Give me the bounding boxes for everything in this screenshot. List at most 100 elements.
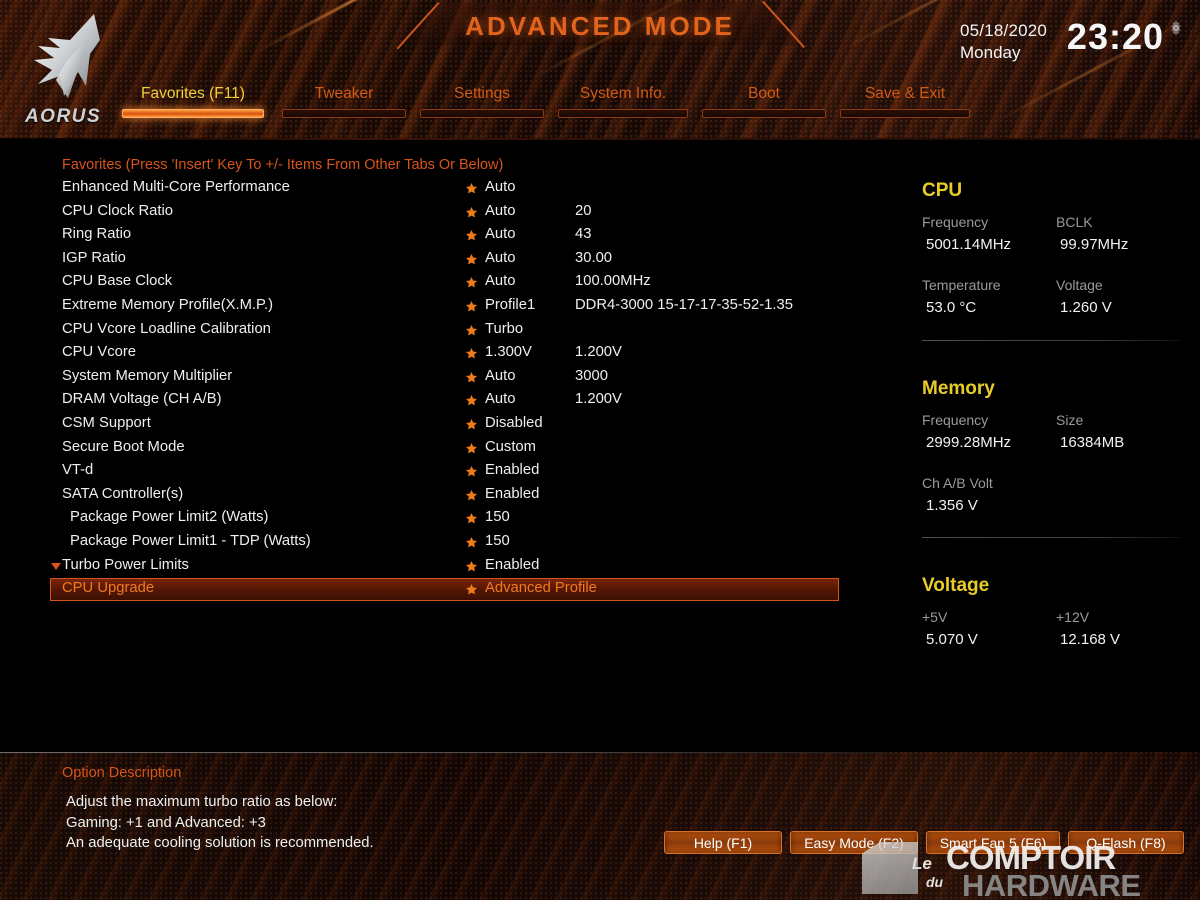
tab-underline (702, 109, 826, 118)
settings-row[interactable]: Ring Ratio Auto 43 (0, 225, 900, 249)
setting-value[interactable]: Auto (485, 179, 515, 195)
setting-name: CPU Clock Ratio (62, 202, 174, 219)
settings-row[interactable]: DRAM Voltage (CH A/B) Auto 1.200V (0, 390, 900, 414)
setting-value[interactable]: 150 (485, 533, 510, 549)
favorite-star-icon[interactable] (465, 371, 478, 384)
setting-name: CPU Vcore Loadline Calibration (62, 320, 271, 337)
favorite-star-icon[interactable] (465, 512, 478, 525)
favorite-star-icon[interactable] (465, 536, 478, 549)
setting-value[interactable]: Auto (485, 226, 515, 242)
setting-value[interactable]: Auto (485, 368, 515, 384)
sidebar-field-label: Voltage (1056, 277, 1103, 293)
settings-row[interactable]: Extreme Memory Profile(X.M.P.) Profile1 DD… (0, 296, 900, 320)
star-icon (465, 371, 478, 383)
settings-row[interactable]: VT-d Enabled (0, 461, 900, 485)
settings-row[interactable]: SATA Controller(s) Enabled (0, 485, 900, 509)
settings-row[interactable]: Package Power Limit2 (Watts) 150 (0, 508, 900, 532)
favorite-star-icon[interactable] (465, 324, 478, 337)
setting-name: SATA Controller(s) (62, 485, 184, 502)
tab-favorites-f11[interactable]: Favorites (F11) (122, 84, 264, 118)
settings-row[interactable]: Secure Boot Mode Custom (0, 438, 900, 462)
favorite-star-icon[interactable] (465, 583, 478, 596)
settings-row[interactable]: Turbo Power Limits Enabled (0, 556, 900, 580)
setting-name: Secure Boot Mode (62, 438, 185, 455)
hardware-monitor-sidebar: CPU Frequency 5001.14MHz BCLK 99.97MHz Temper… (900, 140, 1200, 752)
function-key-bar[interactable]: Help (F1) Easy Mode (F2) Smart Fan 5 (F6) Q… (664, 831, 1184, 855)
tab-underline (122, 109, 264, 118)
setting-secondary-value: 100.00MHz (575, 273, 651, 290)
favorite-star-icon[interactable] (465, 229, 478, 242)
setting-secondary-value: 20 (575, 202, 592, 219)
setting-value[interactable]: 1.300V (485, 344, 532, 360)
setting-name: IGP Ratio (62, 249, 126, 266)
tab-underline (840, 109, 970, 118)
gear-icon[interactable] (1168, 20, 1184, 36)
sidebar-divider (922, 340, 1180, 341)
settings-row[interactable]: CPU Vcore 1.300V 1.200V (0, 343, 900, 367)
function-key-q-flash-f8[interactable]: Q-Flash (F8) (1068, 831, 1184, 854)
settings-row[interactable]: CPU Upgrade Advanced Profile (0, 578, 900, 603)
favorite-star-icon[interactable] (465, 465, 478, 478)
setting-value[interactable]: 150 (485, 509, 510, 525)
settings-row[interactable]: CPU Clock Ratio Auto 20 (0, 202, 900, 226)
settings-list[interactable]: Enhanced Multi-Core Performance Auto CPU C… (0, 178, 900, 603)
setting-value[interactable]: Enabled (485, 557, 539, 573)
setting-value[interactable]: Advanced Profile (485, 580, 597, 596)
favorite-star-icon[interactable] (465, 560, 478, 573)
settings-row[interactable]: Package Power Limit1 - TDP (Watts) 150 (0, 532, 900, 556)
settings-row[interactable]: CPU Base Clock Auto 100.00MHz (0, 272, 900, 296)
tab-label: Settings (453, 85, 510, 102)
settings-row[interactable]: Enhanced Multi-Core Performance Auto (0, 178, 900, 202)
settings-row[interactable]: CSM Support Disabled (0, 414, 900, 438)
setting-value[interactable]: Auto (485, 391, 515, 407)
setting-value[interactable]: Enabled (485, 486, 539, 502)
tab-tweaker[interactable]: Tweaker (282, 84, 406, 118)
favorite-star-icon[interactable] (465, 300, 478, 313)
setting-value[interactable]: Auto (485, 250, 515, 266)
main-tab-bar[interactable]: Favorites (F11) Tweaker Settings System Inf… (110, 84, 990, 126)
setting-name: Turbo Power Limits (62, 556, 189, 573)
setting-name: Ring Ratio (62, 226, 132, 243)
sidebar-field-value: 5001.14MHz (926, 236, 1012, 253)
setting-value[interactable]: Enabled (485, 462, 539, 478)
bios-footer: Option Description Adjust the maximum tu… (0, 752, 1200, 900)
favorite-star-icon[interactable] (465, 394, 478, 407)
settings-row[interactable]: IGP Ratio Auto 30.00 (0, 249, 900, 273)
datetime-display: 05/18/2020 Monday 23:20 (956, 16, 1186, 80)
favorites-hint-text: Favorites (Press 'Insert' Key To +/- Ite… (62, 157, 504, 173)
favorite-star-icon[interactable] (465, 276, 478, 289)
sidebar-field-value: 99.97MHz (1060, 236, 1129, 253)
sidebar-section: Voltage +5V 5.070 V +12V 12.168 V (900, 575, 1200, 755)
favorite-star-icon[interactable] (465, 253, 478, 266)
settings-row[interactable]: System Memory Multiplier Auto 3000 (0, 367, 900, 391)
sidebar-section-title: Voltage (922, 575, 990, 596)
setting-value[interactable]: Auto (485, 203, 515, 219)
tab-boot[interactable]: Boot (702, 84, 826, 118)
sidebar-field-label: Frequency (922, 214, 989, 230)
setting-value[interactable]: Custom (485, 439, 536, 455)
star-icon (465, 395, 478, 406)
setting-value[interactable]: Profile1 (485, 297, 535, 313)
favorite-star-icon[interactable] (465, 442, 478, 455)
setting-value[interactable]: Turbo (485, 321, 523, 337)
star-icon (465, 182, 478, 194)
favorite-star-icon[interactable] (465, 182, 478, 195)
setting-value[interactable]: Auto (485, 273, 515, 289)
triangle-down-icon[interactable] (51, 562, 61, 570)
function-key-smart-fan-5-f6[interactable]: Smart Fan 5 (F6) (926, 831, 1060, 854)
setting-value[interactable]: Disabled (485, 415, 543, 431)
function-key-help-f1[interactable]: Help (F1) (664, 831, 782, 854)
tab-system-info[interactable]: System Info. (558, 84, 688, 118)
star-icon (465, 560, 478, 571)
sidebar-section: CPU Frequency 5001.14MHz BCLK 99.97MHz Temper… (900, 180, 1200, 360)
favorite-star-icon[interactable] (465, 347, 478, 360)
tab-save-exit[interactable]: Save & Exit (840, 84, 970, 118)
favorite-star-icon[interactable] (465, 418, 478, 431)
settings-row[interactable]: CPU Vcore Loadline Calibration Turbo (0, 320, 900, 344)
tab-settings[interactable]: Settings (420, 84, 544, 118)
favorite-star-icon[interactable] (465, 206, 478, 219)
function-key-easy-mode-f2[interactable]: Easy Mode (F2) (790, 831, 918, 854)
favorite-star-icon[interactable] (465, 489, 478, 502)
sidebar-field-value: 12.168 V (1060, 631, 1121, 648)
star-icon (465, 348, 478, 359)
